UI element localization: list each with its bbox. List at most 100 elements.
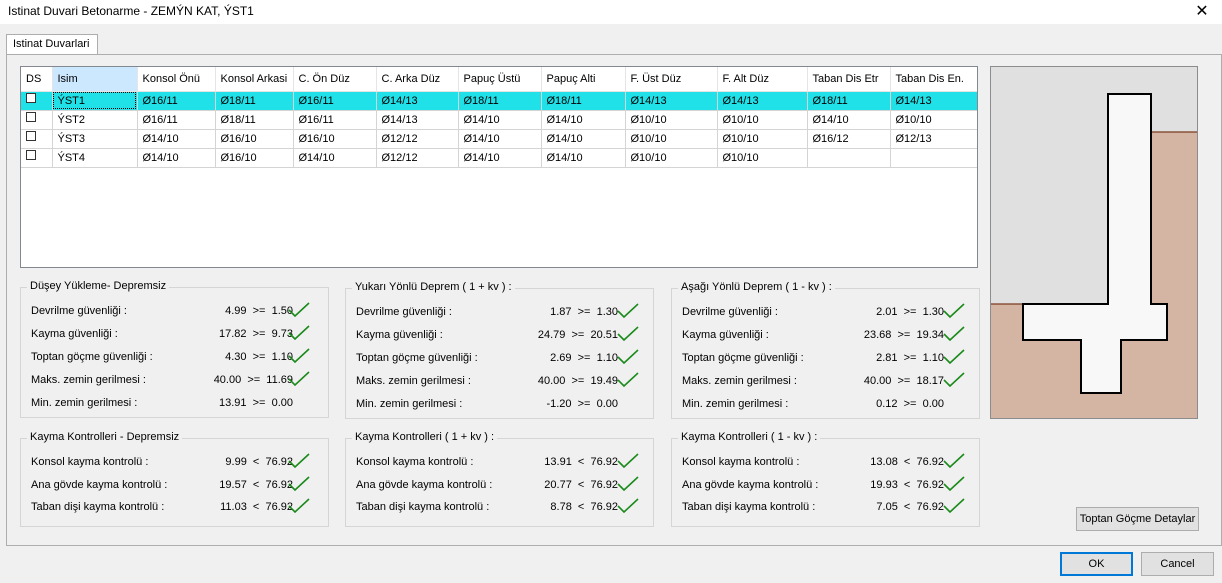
table-cell[interactable]: Ø10/10 — [717, 110, 808, 130]
close-icon[interactable]: ✕ — [1190, 2, 1214, 22]
check-label: Kayma güvenliği : — [356, 329, 443, 341]
table-cell[interactable]: Ø18/11 — [541, 91, 626, 111]
table-cell[interactable]: Ø12/12 — [376, 148, 459, 168]
column-header[interactable]: Konsol Önü — [137, 67, 216, 92]
check-label: Kayma güvenliği : — [682, 329, 769, 341]
soil-behind — [1151, 132, 1197, 418]
name-cell[interactable]: ÝST3 — [52, 129, 138, 149]
table-row[interactable]: ÝST2 Ø16/11 Ø18/11 Ø16/11 Ø14/13 Ø14/10 Ø14/10… — [21, 110, 977, 130]
table-cell[interactable]: Ø14/10 — [541, 110, 626, 130]
ds-checkbox[interactable] — [26, 149, 36, 160]
walls-table: DS Isim Konsol Önü Konsol Arkasi C. Ön Düz C.… — [21, 67, 977, 168]
table-cell[interactable]: Ø16/11 — [293, 110, 377, 130]
table-cell[interactable]: Ø14/10 — [458, 110, 542, 130]
name-cell[interactable]: ÝST2 — [52, 110, 138, 130]
table-cell[interactable]: Ø16/10 — [215, 148, 294, 168]
table-cell[interactable]: Ø14/10 — [137, 148, 216, 168]
table-cell[interactable]: Ø12/13 — [890, 129, 977, 149]
table-cell[interactable]: Ø18/11 — [807, 91, 891, 111]
group-slide-up: Kayma Kontrolleri ( 1 + kv ) : Konsol ka… — [345, 431, 654, 527]
table-cell[interactable]: Ø14/10 — [541, 129, 626, 149]
table-cell[interactable]: Ø16/11 — [137, 91, 216, 111]
table-row[interactable]: ÝST1 Ø16/11 Ø18/11 Ø16/11 Ø14/13 Ø18/11 Ø18/11… — [21, 91, 977, 111]
tab-istinat-duvarlari[interactable]: Istinat Duvarlari — [6, 34, 98, 55]
check-value: 7.05 < 76.92 — [876, 501, 944, 513]
table-cell[interactable]: Ø14/10 — [458, 148, 542, 168]
name-cell[interactable]: ÝST1 — [52, 91, 138, 111]
table-cell[interactable]: Ø14/10 — [293, 148, 377, 168]
table-cell[interactable] — [890, 148, 977, 168]
wall-section-diagram — [990, 66, 1198, 419]
cancel-button[interactable]: Cancel — [1141, 552, 1214, 576]
table-cell[interactable]: Ø14/10 — [458, 129, 542, 149]
table-cell[interactable]: Ø10/10 — [625, 110, 718, 130]
table-cell[interactable]: Ø16/11 — [293, 91, 377, 111]
table-cell[interactable]: Ø18/11 — [215, 110, 294, 130]
table-cell[interactable]: Ø18/11 — [458, 91, 542, 111]
check-label: Maks. zemin gerilmesi : — [682, 375, 797, 387]
group-slide-down-title: Kayma Kontrolleri ( 1 - kv ) : — [678, 431, 821, 443]
check-icon — [616, 348, 640, 369]
ok-button[interactable]: OK — [1060, 552, 1133, 576]
table-cell[interactable] — [807, 148, 891, 168]
ds-checkbox[interactable] — [26, 111, 36, 122]
table-cell[interactable]: Ø14/13 — [717, 91, 808, 111]
column-header[interactable]: Taban Dis En. — [890, 67, 977, 92]
group-slide-static: Kayma Kontrolleri - Depremsiz Konsol kay… — [20, 431, 329, 527]
table-cell[interactable]: Ø14/13 — [376, 91, 459, 111]
table-cell[interactable]: Ø16/12 — [807, 129, 891, 149]
table-row[interactable]: ÝST4 Ø14/10 Ø16/10 Ø14/10 Ø12/12 Ø14/10 Ø14/10… — [21, 148, 977, 168]
table-cell[interactable]: Ø10/10 — [625, 148, 718, 168]
table-cell[interactable]: Ø14/13 — [625, 91, 718, 111]
column-header[interactable]: Papuç Alti — [541, 67, 626, 92]
check-icon — [287, 475, 311, 496]
check-label: Toptan göçme güvenliği : — [356, 352, 478, 364]
toptan-gocme-detay-button[interactable]: Toptan Göçme Detaylar — [1076, 507, 1199, 531]
group-static: Düşey Yükleme- Depremsiz Devrilme güvenl… — [20, 280, 329, 418]
table-cell[interactable]: Ø16/10 — [215, 129, 294, 149]
column-header[interactable]: DS — [21, 67, 53, 92]
table-cell[interactable]: Ø14/10 — [541, 148, 626, 168]
table-cell[interactable]: Ø10/10 — [890, 110, 977, 130]
check-row: Min. zemin gerilmesi : -1.20 >= 0.00 — [356, 398, 651, 414]
check-value: 40.00 >= 11.69 — [213, 374, 293, 386]
check-label: Min. zemin gerilmesi : — [31, 397, 138, 409]
check-icon — [287, 497, 311, 518]
table-cell[interactable]: Ø10/10 — [717, 148, 808, 168]
column-header[interactable]: F. Alt Düz — [717, 67, 808, 92]
check-value: 13.08 < 76.92 — [870, 456, 944, 468]
check-row: Ana gövde kayma kontrolü : 19.57 < 76.92 — [31, 475, 326, 495]
column-header[interactable]: Isim — [52, 67, 138, 92]
table-cell[interactable]: Ø14/13 — [376, 110, 459, 130]
table-row[interactable]: ÝST3 Ø14/10 Ø16/10 Ø16/10 Ø12/12 Ø14/10 Ø14/10… — [21, 129, 977, 149]
ds-checkbox[interactable] — [26, 92, 36, 103]
walls-grid[interactable]: DS Isim Konsol Önü Konsol Arkasi C. Ön Düz C.… — [20, 66, 978, 268]
table-cell[interactable]: Ø14/13 — [890, 91, 977, 111]
column-header[interactable]: C. Arka Düz — [376, 67, 459, 92]
table-cell[interactable]: Ø10/10 — [625, 129, 718, 149]
column-header[interactable]: Papuç Üstü — [458, 67, 542, 92]
check-value: 0.12 >= 0.00 — [876, 398, 944, 410]
check-row: Kayma güvenliği : 23.68 >= 19.34 — [682, 326, 977, 345]
table-cell[interactable]: Ø12/12 — [376, 129, 459, 149]
table-cell[interactable]: Ø14/10 — [137, 129, 216, 149]
column-header[interactable]: C. Ön Düz — [293, 67, 377, 92]
column-header[interactable]: Taban Dis Etr — [807, 67, 891, 92]
column-header[interactable]: Konsol Arkasi — [215, 67, 294, 92]
column-header[interactable]: F. Üst Düz — [625, 67, 718, 92]
table-cell[interactable]: Ø16/11 — [137, 110, 216, 130]
group-up: Yukarı Yönlü Deprem ( 1 + kv ) : Devrilm… — [345, 281, 654, 419]
table-cell[interactable]: Ø14/10 — [807, 110, 891, 130]
table-cell[interactable]: Ø10/10 — [717, 129, 808, 149]
check-value: 24.79 >= 20.51 — [537, 329, 618, 341]
grid-header: DS Isim Konsol Önü Konsol Arkasi C. Ön Düz C.… — [21, 67, 977, 92]
name-cell[interactable]: ÝST4 — [52, 148, 138, 168]
table-cell[interactable]: Ø18/11 — [215, 91, 294, 111]
check-icon — [942, 348, 966, 369]
check-row: Toptan göçme güvenliği : 2.69 >= 1.10 — [356, 349, 651, 368]
check-row: Maks. zemin gerilmesi : 40.00 >= 19.49 — [356, 372, 651, 391]
check-icon — [287, 324, 311, 345]
check-row: Ana gövde kayma kontrolü : 19.93 < 76.92 — [682, 475, 977, 495]
table-cell[interactable]: Ø16/10 — [293, 129, 377, 149]
ds-checkbox[interactable] — [26, 130, 36, 141]
